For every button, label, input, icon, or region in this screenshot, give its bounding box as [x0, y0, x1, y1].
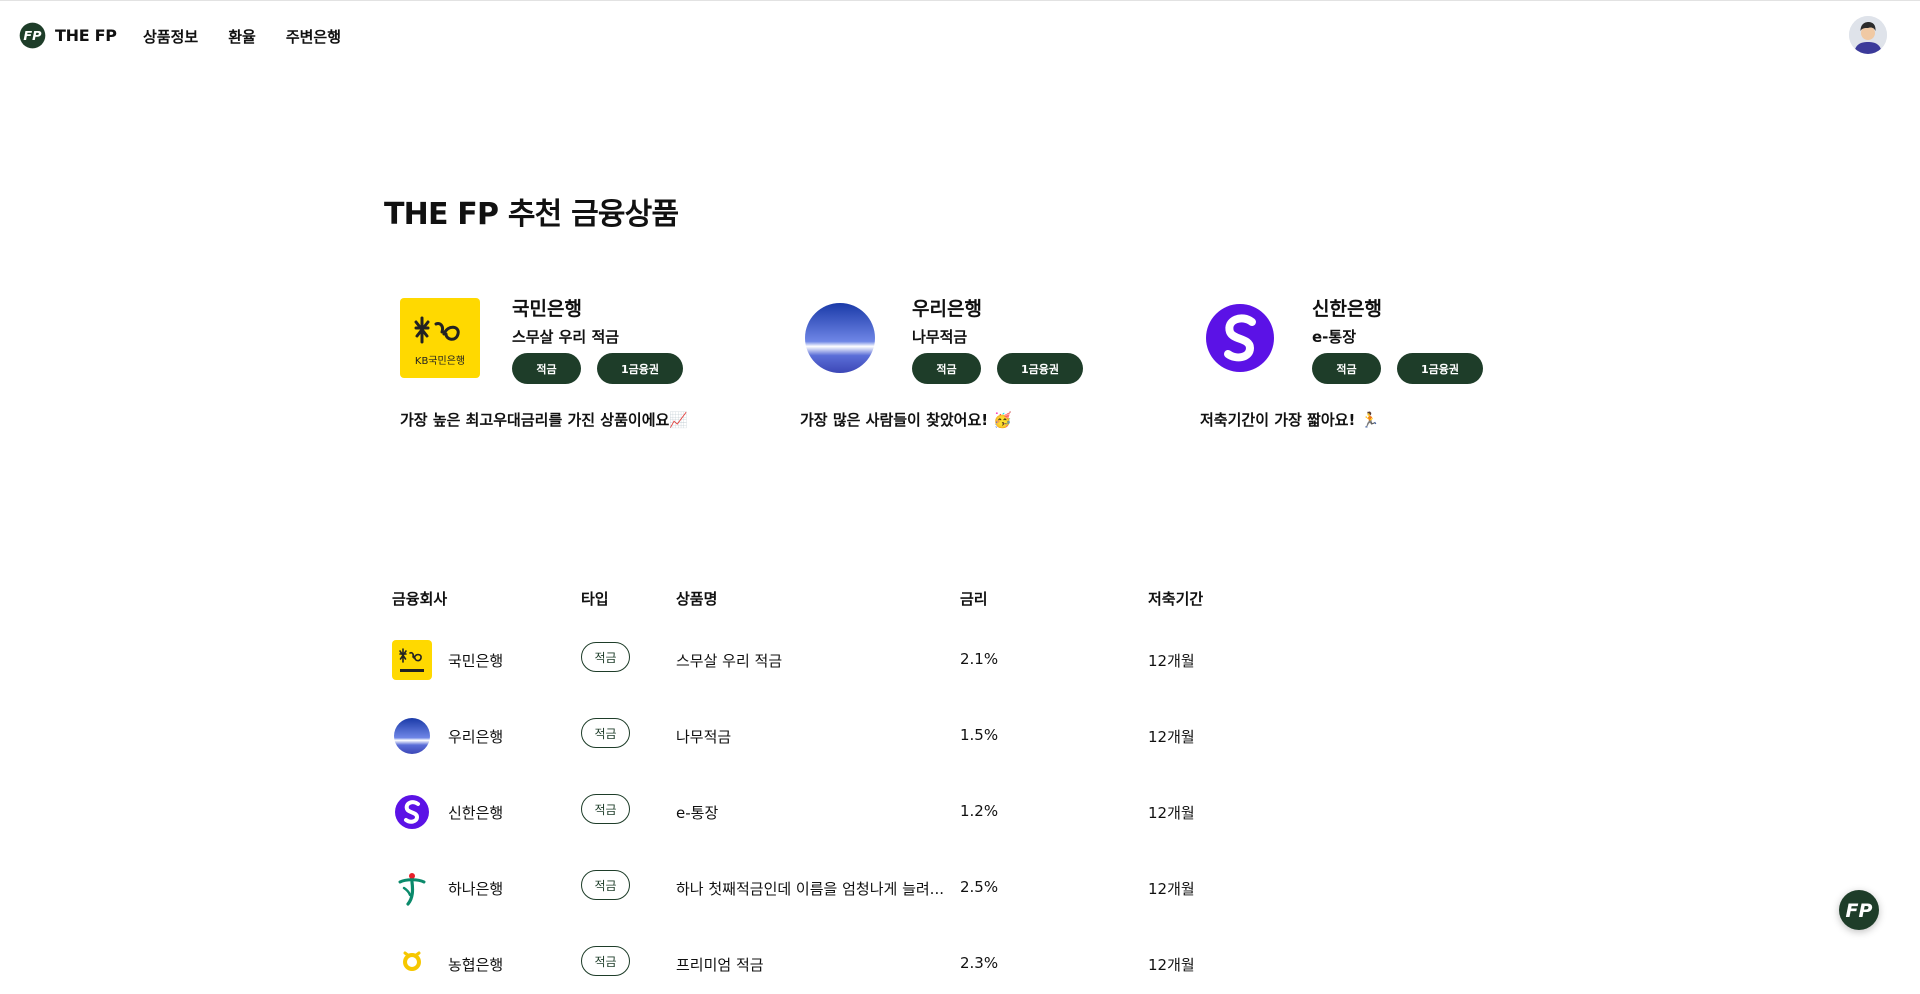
- type-badge: 적금: [581, 946, 630, 976]
- recommend-bank-name: 국민은행: [512, 298, 582, 320]
- product-name: 프리미엄 적금: [676, 956, 764, 974]
- nav-product-info[interactable]: 상품정보: [143, 26, 198, 47]
- bank-name: 국민은행: [448, 652, 504, 670]
- table-row[interactable]: 농협은행 적금 프리미엄 적금 2.3% 12개월: [384, 934, 1384, 994]
- table-row[interactable]: 신한은행 적금 e-통장 1.2% 12개월: [384, 782, 1384, 842]
- recommend-description: 가장 많은 사람들이 찾았어요! 🥳: [800, 411, 1013, 429]
- recommend-card-shinhan[interactable]: 신한은행 e-통장 적금 1금융권 저축기간이 가장 짧아요! 🏃: [1184, 298, 1564, 438]
- recommend-card-kb[interactable]: KB국민은행 국민은행 스무살 우리 적금 적금 1금융권 가장 높은 최고우대…: [384, 298, 764, 438]
- recommend-tags: 적금 1금융권: [1312, 353, 1483, 384]
- recommend-description: 가장 높은 최고우대금리를 가진 상품이에요📈: [400, 411, 688, 429]
- interest-rate: 1.2%: [960, 802, 999, 820]
- table-row[interactable]: 국민은행 적금 스무살 우리 적금 2.1% 12개월: [384, 630, 1384, 690]
- column-header-period: 저축기간: [1148, 590, 1204, 608]
- saving-period: 12개월: [1148, 956, 1195, 974]
- column-header-product: 상품명: [676, 590, 718, 608]
- brand-link[interactable]: FP THE FP: [19, 22, 117, 49]
- tag-tier[interactable]: 1금융권: [997, 353, 1083, 384]
- kb-logo-text: KB국민은행: [415, 355, 465, 367]
- recommend-product-name: 스무살 우리 적금: [512, 328, 620, 346]
- kb-logo-icon: KB국민은행: [400, 298, 480, 378]
- saving-period: 12개월: [1148, 880, 1195, 898]
- bank-name: 우리은행: [448, 728, 504, 746]
- nh-logo-icon: [392, 944, 432, 984]
- woori-logo-icon: [392, 716, 432, 756]
- bank-name: 신한은행: [448, 804, 504, 822]
- header: FP THE FP 상품정보 환율 주변은행: [0, 0, 1920, 74]
- type-badge: 적금: [581, 642, 630, 672]
- interest-rate: 2.3%: [960, 954, 999, 972]
- product-name: 스무살 우리 적금: [676, 652, 783, 670]
- hana-logo-icon: [392, 868, 432, 908]
- column-header-type: 타입: [581, 590, 609, 608]
- shinhan-logo-icon: [1200, 298, 1280, 378]
- recommend-product-name: 나무적금: [912, 328, 968, 346]
- column-header-company: 금융회사: [392, 590, 448, 608]
- recommend-tags: 적금 1금융권: [912, 353, 1083, 384]
- shinhan-logo-icon: [392, 792, 432, 832]
- tag-type[interactable]: 적금: [1312, 353, 1381, 384]
- fp-logo-icon: FP: [19, 22, 46, 49]
- tag-tier[interactable]: 1금융권: [597, 353, 683, 384]
- saving-period: 12개월: [1148, 804, 1195, 822]
- kb-logo-icon: [392, 640, 432, 680]
- recommend-tags: 적금 1금융권: [512, 353, 683, 384]
- table-row[interactable]: 우리은행 적금 나무적금 1.5% 12개월: [384, 706, 1384, 766]
- interest-rate: 2.1%: [960, 650, 999, 668]
- interest-rate: 2.5%: [960, 878, 999, 896]
- recommend-description: 저축기간이 가장 짧아요! 🏃: [1200, 411, 1380, 429]
- product-name: 나무적금: [676, 728, 732, 746]
- bank-name: 농협은행: [448, 956, 504, 974]
- woori-logo-icon: [800, 298, 880, 378]
- fp-logo-icon: FP: [1846, 900, 1873, 922]
- user-avatar[interactable]: [1849, 16, 1887, 54]
- avatar-icon: [1849, 16, 1887, 54]
- product-name: e-통장: [676, 804, 719, 822]
- type-badge: 적금: [581, 870, 630, 900]
- column-header-rate: 금리: [960, 590, 988, 608]
- fp-floating-button[interactable]: FP: [1839, 890, 1879, 930]
- main-nav: 상품정보 환율 주변은행: [143, 26, 341, 47]
- type-badge: 적금: [581, 718, 630, 748]
- tag-type[interactable]: 적금: [912, 353, 981, 384]
- page-title: THE FP 추천 금융상품: [384, 197, 679, 232]
- interest-rate: 1.5%: [960, 726, 999, 744]
- recommend-bank-name: 우리은행: [912, 298, 982, 320]
- nav-exchange-rate[interactable]: 환율: [228, 26, 256, 47]
- recommend-card-woori[interactable]: 우리은행 나무적금 적금 1금융권 가장 많은 사람들이 찾았어요! 🥳: [784, 298, 1164, 438]
- type-badge: 적금: [581, 794, 630, 824]
- product-name: 하나 첫째적금인데 이름을 엄청나게 늘려...: [676, 880, 944, 898]
- svg-text:FP: FP: [1846, 900, 1873, 922]
- tag-type[interactable]: 적금: [512, 353, 581, 384]
- table-row[interactable]: 하나은행 적금 하나 첫째적금인데 이름을 엄청나게 늘려... 2.5% 12…: [384, 858, 1384, 918]
- svg-text:FP: FP: [23, 29, 42, 44]
- recommend-bank-name: 신한은행: [1312, 298, 1382, 320]
- tag-tier[interactable]: 1금융권: [1397, 353, 1483, 384]
- bank-name: 하나은행: [448, 880, 504, 898]
- saving-period: 12개월: [1148, 728, 1195, 746]
- brand-name: THE FP: [55, 26, 117, 45]
- saving-period: 12개월: [1148, 652, 1195, 670]
- nav-nearby-banks[interactable]: 주변은행: [286, 26, 341, 47]
- recommend-product-name: e-통장: [1312, 328, 1356, 346]
